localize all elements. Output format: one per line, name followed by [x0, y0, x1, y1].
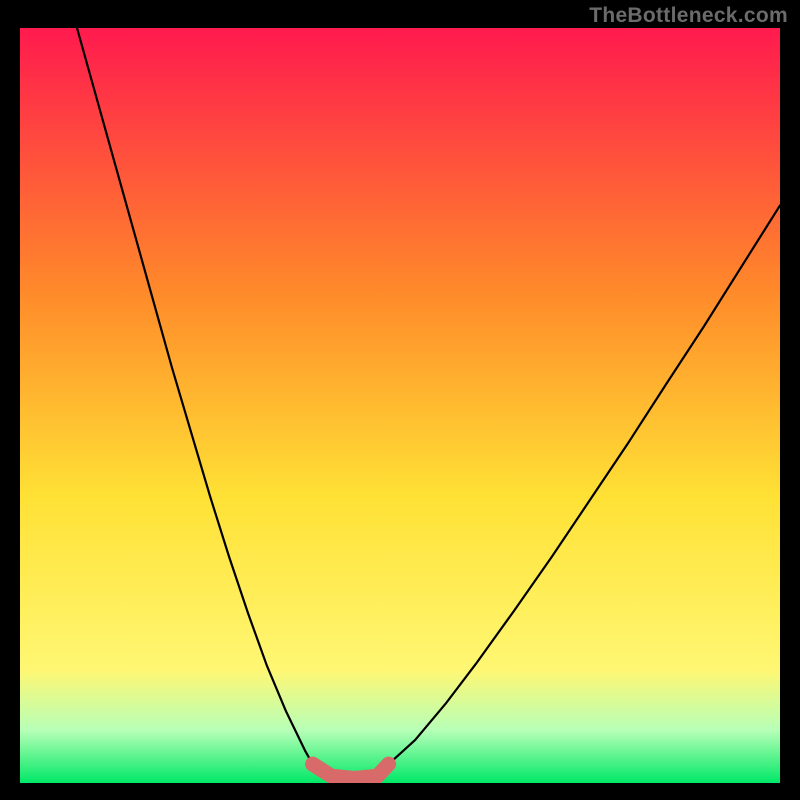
watermark-text: TheBottleneck.com [589, 4, 788, 28]
gradient-background [20, 28, 780, 783]
chart-stage: TheBottleneck.com [0, 0, 800, 800]
chart-svg [0, 0, 800, 800]
